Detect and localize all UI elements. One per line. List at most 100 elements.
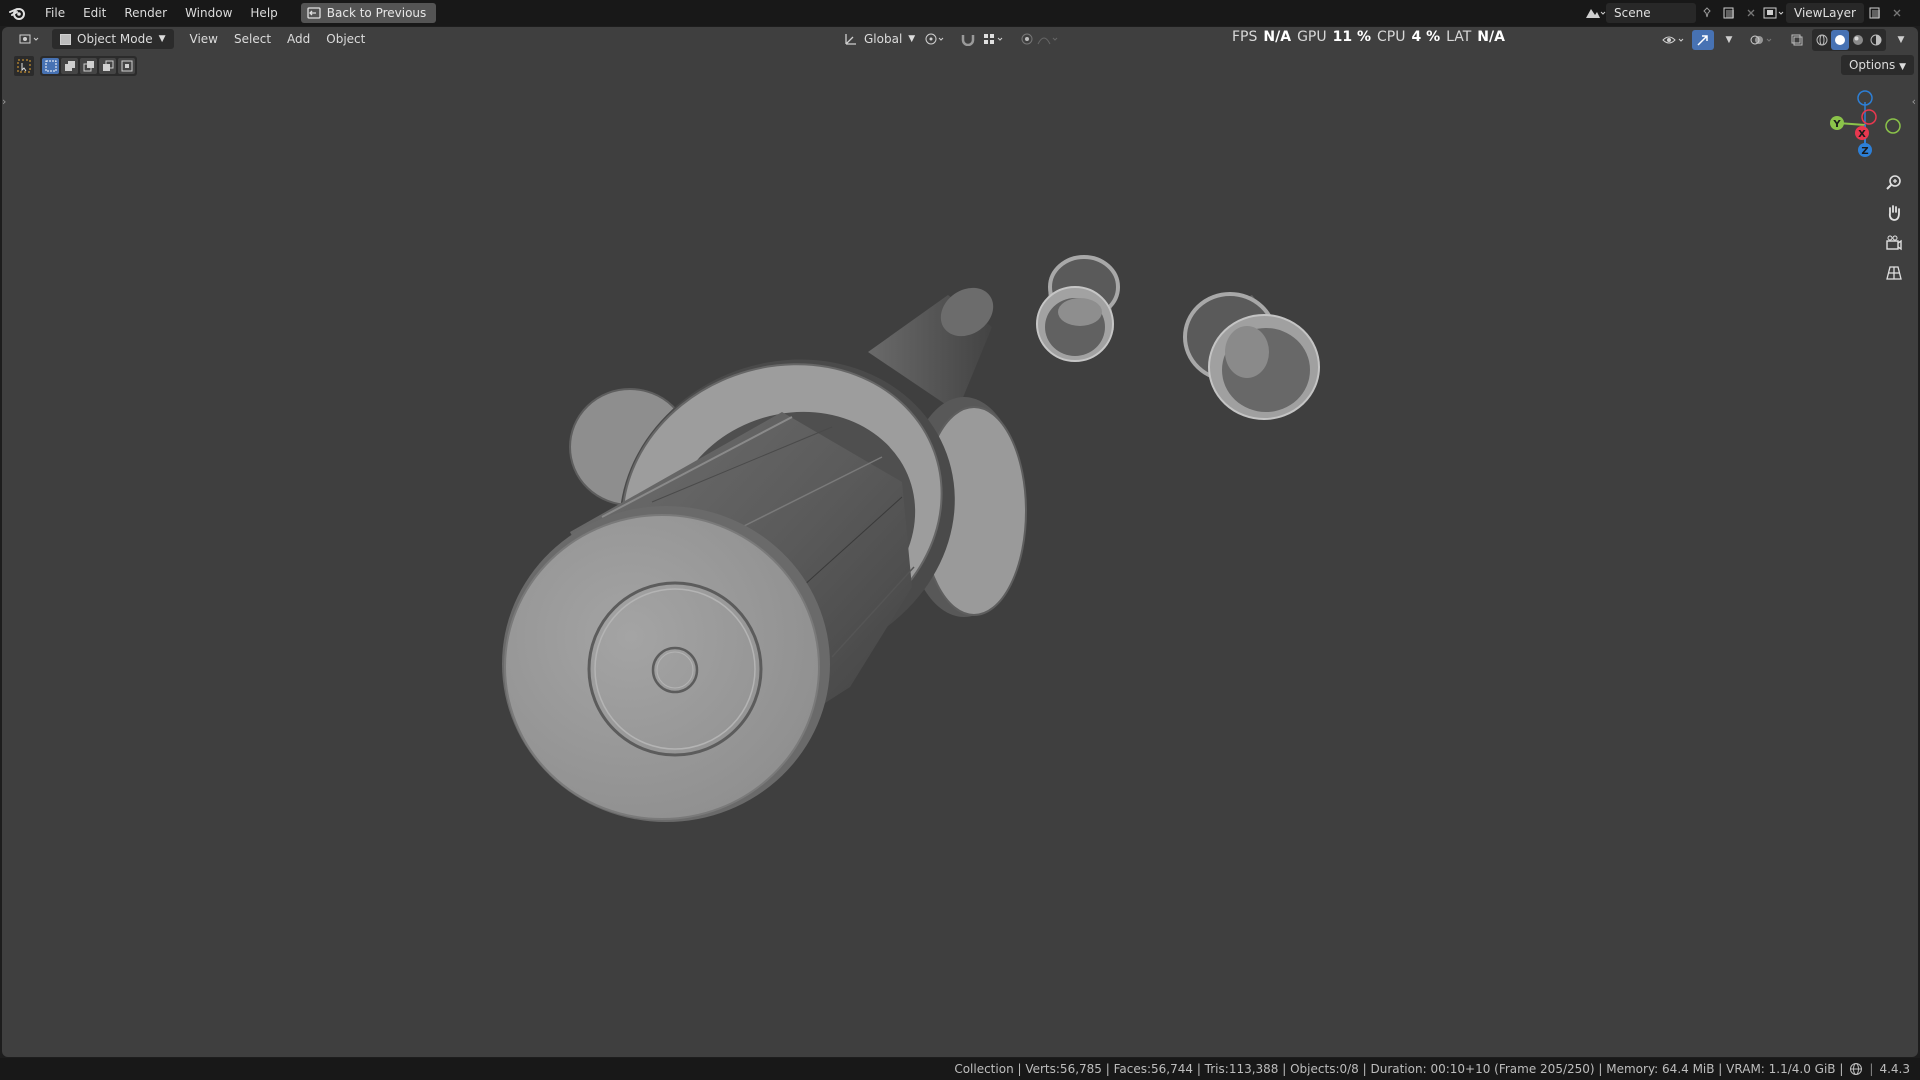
perspective-toggle-button[interactable] [1882, 261, 1906, 285]
delete-scene-icon[interactable] [1740, 3, 1762, 23]
view-layer-name-field[interactable]: ViewLayer [1786, 3, 1864, 23]
chevron-down-icon: ▼ [1897, 35, 1905, 45]
editor-type-icon [19, 34, 39, 44]
shading-mode-group [1812, 29, 1886, 51]
select-new-button[interactable] [42, 58, 59, 74]
magnifier-icon [1886, 175, 1901, 190]
add-menu[interactable]: Add [279, 29, 318, 49]
menu-render[interactable]: Render [115, 2, 176, 24]
solid-shading-button[interactable] [1831, 30, 1849, 50]
scene-statistics: Collection | Verts:56,785 | Faces:56,744… [954, 1062, 1844, 1076]
top-menu-bar: File Edit Render Window Help Back to Pre… [0, 0, 1920, 26]
view-layer-icon[interactable] [1762, 3, 1786, 23]
front-cap-mesh[interactable] [502, 506, 830, 822]
camera-icon [1886, 235, 1902, 251]
select-intersect-icon [121, 60, 132, 72]
blender-logo-icon[interactable] [0, 0, 36, 26]
scene-render [502, 255, 1320, 822]
gizmo-icon [1697, 35, 1708, 46]
zoom-button[interactable] [1882, 171, 1906, 195]
back-to-previous-button[interactable]: Back to Previous [300, 3, 437, 23]
version-label: 4.4.3 [1879, 1062, 1910, 1076]
back-to-previous-label: Back to Previous [326, 6, 427, 20]
orientation-label: Global [864, 32, 903, 46]
proportional-edit-icon [1021, 33, 1058, 45]
material-shading-button[interactable] [1849, 30, 1867, 50]
wireframe-shading-button[interactable] [1813, 30, 1831, 50]
screen-back-icon [307, 7, 321, 19]
snap-target-button[interactable] [974, 29, 1016, 49]
x-axis-label: X [1858, 129, 1866, 140]
proportional-edit-button[interactable] [1012, 29, 1068, 49]
pivot-icon [925, 33, 944, 45]
menu-window[interactable]: Window [176, 2, 241, 24]
sidebar-expand-arrow-icon[interactable]: ‹ [1912, 95, 1916, 108]
toolbar-expand-arrow-icon[interactable]: › [2, 95, 6, 108]
object-menu[interactable]: Object [318, 29, 373, 49]
chevron-down-icon: ▼ [908, 34, 916, 44]
neg-x-axis-icon[interactable] [1861, 109, 1877, 125]
select-tool-button[interactable] [14, 56, 34, 76]
select-menu[interactable]: Select [226, 29, 279, 49]
menu-file[interactable]: File [36, 2, 74, 24]
material-sphere-icon [1853, 35, 1863, 45]
new-view-layer-icon[interactable] [1864, 3, 1886, 23]
snap-grid-icon [984, 34, 1003, 44]
globe-icon [1850, 1063, 1863, 1075]
pan-button[interactable] [1882, 201, 1906, 225]
y-axis-label: Y [1832, 119, 1841, 130]
select-subtract-button[interactable] [80, 58, 97, 74]
rendered-shading-button[interactable] [1867, 30, 1885, 50]
fps-label: FPS [1232, 29, 1258, 45]
performance-stats: FPS N/A GPU 11 % CPU 4 % LAT N/A [1232, 27, 1505, 47]
3d-viewport[interactable]: Object Mode ▼ View Select Add Object Glo… [2, 27, 1918, 1057]
menu-help[interactable]: Help [241, 2, 286, 24]
visibility-dropdown[interactable] [1662, 30, 1688, 50]
solid-sphere-icon [1835, 35, 1845, 45]
select-intersect-button[interactable] [118, 58, 135, 74]
overlays-icon [1750, 35, 1772, 45]
mode-dropdown[interactable]: Object Mode ▼ [52, 29, 174, 49]
selection-mode-group [40, 56, 137, 76]
small-tube-mesh[interactable] [1036, 255, 1120, 362]
rendered-sphere-icon [1870, 34, 1882, 46]
menu-edit[interactable]: Edit [74, 2, 115, 24]
gpu-value: 11 % [1332, 29, 1371, 45]
cursor-select-icon [17, 59, 31, 73]
navigation-gizmo[interactable]: Y X Z [1820, 85, 1910, 165]
fps-value: N/A [1263, 29, 1292, 45]
medium-tube-mesh[interactable] [1183, 292, 1320, 420]
xray-toggle-button[interactable] [1786, 30, 1808, 50]
new-scene-icon[interactable] [1718, 3, 1740, 23]
select-new-icon [45, 60, 56, 72]
gizmo-toggle-button[interactable] [1692, 30, 1714, 50]
transform-orientation-dropdown[interactable]: Global ▼ [836, 29, 923, 49]
object-mode-icon [60, 33, 71, 45]
select-extend-icon [64, 61, 75, 71]
options-dropdown[interactable]: Options ▼ [1840, 55, 1914, 75]
select-invert-button[interactable] [99, 58, 116, 74]
viewport-header: Object Mode ▼ View Select Add Object Glo… [2, 27, 1918, 51]
camera-view-button[interactable] [1882, 231, 1906, 255]
pin-icon[interactable] [1696, 3, 1718, 23]
delete-view-layer-icon[interactable] [1886, 3, 1908, 23]
select-invert-icon [102, 60, 113, 71]
neg-y-axis-icon[interactable] [1885, 118, 1901, 134]
eye-icon [1662, 36, 1684, 44]
shading-dropdown[interactable]: ▼ [1890, 30, 1912, 50]
orientation-axes-icon [845, 34, 856, 45]
scene-name-field[interactable]: Scene [1606, 3, 1696, 23]
scene-icon[interactable] [1584, 3, 1606, 23]
view-layer-selector: ViewLayer [1762, 2, 1908, 24]
editor-type-button[interactable] [10, 29, 52, 49]
z-axis-label: Z [1861, 146, 1868, 157]
scene-selector: Scene [1584, 2, 1762, 24]
overlays-button[interactable] [1750, 30, 1776, 50]
select-extend-button[interactable] [61, 58, 78, 74]
mode-label: Object Mode [77, 32, 153, 46]
tool-row [14, 55, 137, 77]
wireframe-sphere-icon [1816, 34, 1828, 46]
gizmo-dropdown[interactable]: ▼ [1718, 30, 1740, 50]
view-menu[interactable]: View [182, 29, 226, 49]
cpu-label: CPU [1377, 29, 1406, 45]
